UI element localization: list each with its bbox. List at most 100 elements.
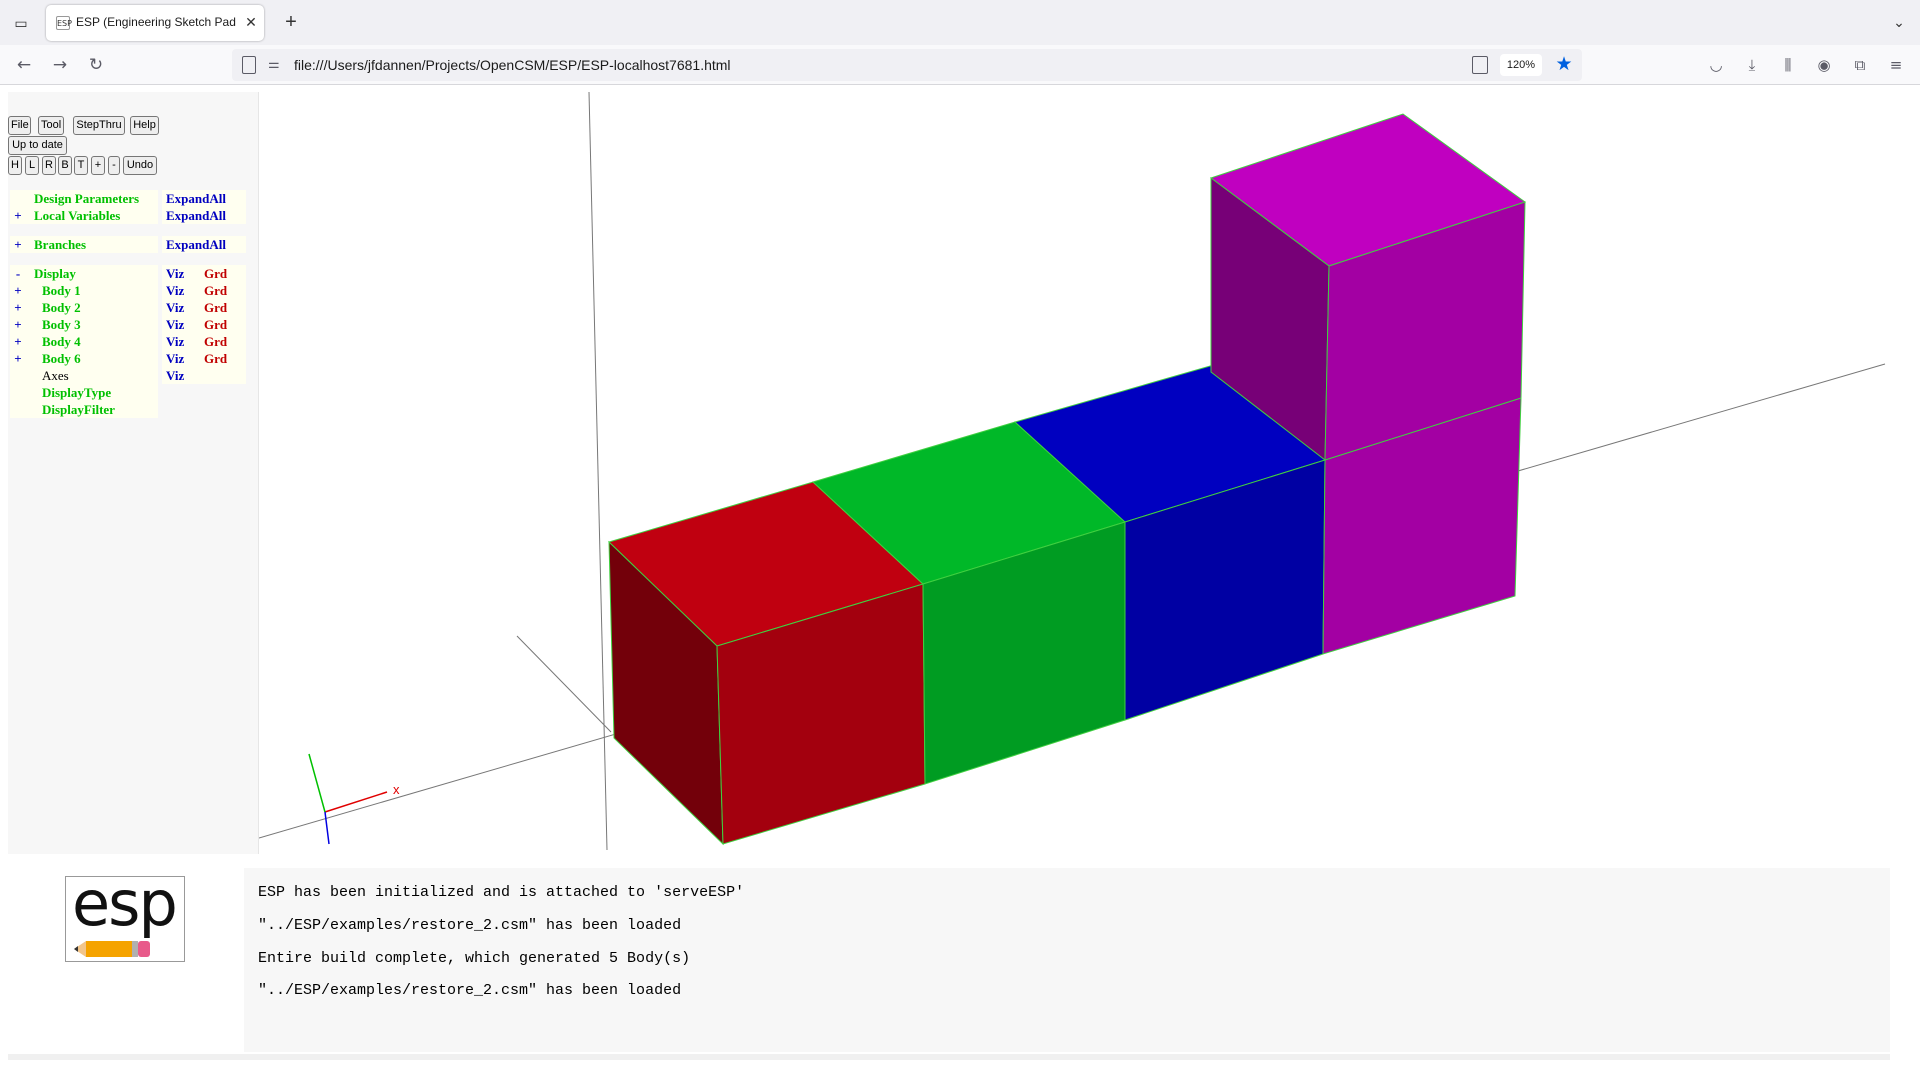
tree-row-body: + Body 3 Viz Grd — [10, 316, 246, 333]
message-line: "../ESP/examples/restore_2.csm" has been… — [258, 982, 682, 999]
tab-title: ESP (Engineering Sketch Pad, V — [76, 15, 236, 29]
display-type-label[interactable]: DisplayType — [42, 385, 111, 401]
expand-toggle[interactable]: + — [12, 208, 24, 224]
viz-toggle[interactable]: Viz — [166, 300, 184, 316]
body-label[interactable]: Body 3 — [42, 317, 81, 333]
expand-toggle[interactable]: + — [12, 334, 24, 350]
esp-favicon-icon: ESP — [56, 16, 72, 30]
grd-toggle[interactable]: Grd — [204, 266, 227, 282]
expand-toggle[interactable]: + — [12, 237, 24, 253]
browser-nav-bar: ← → ↻ ⚌ file:///Users/jfdannen/Projects/… — [0, 45, 1920, 85]
extensions-icon[interactable]: ⧉ — [1848, 53, 1872, 77]
3d-scene[interactable]: x — [259, 92, 1891, 854]
undo-button[interactable]: Undo — [123, 156, 157, 175]
library-icon[interactable]: ⫼ — [1776, 53, 1800, 77]
reload-icon[interactable]: ↻ — [84, 53, 108, 77]
grd-toggle[interactable]: Grd — [204, 300, 227, 316]
tree-row-body: + Body 2 Viz Grd — [10, 299, 246, 316]
grd-toggle[interactable]: Grd — [204, 334, 227, 350]
tree-row-display: - Display Viz Grd — [10, 265, 246, 282]
menu-icon[interactable]: ≡ — [1884, 53, 1908, 77]
tree-row-body: + Body 4 Viz Grd — [10, 333, 246, 350]
forward-arrow-icon[interactable]: → — [48, 53, 72, 77]
expand-toggle[interactable]: + — [12, 317, 24, 333]
triad-y-line — [308, 753, 326, 813]
axes-label: Axes — [42, 368, 69, 383]
body-label[interactable]: Body 2 — [42, 300, 81, 316]
body-label[interactable]: Body 6 — [42, 351, 81, 367]
view-home-button[interactable]: H — [8, 156, 22, 175]
url-text[interactable]: file:///Users/jfdannen/Projects/OpenCSM/… — [294, 57, 731, 73]
expand-all-link[interactable]: ExpandAll — [166, 237, 226, 253]
display-filter-label[interactable]: DisplayFilter — [42, 402, 115, 418]
browser-tab[interactable]: ESP ESP (Engineering Sketch Pad, V ✕ — [46, 5, 264, 41]
back-arrow-icon[interactable]: ← — [12, 53, 36, 77]
message-line: ESP has been initialized and is attached… — [258, 884, 745, 901]
triad-x-line — [324, 791, 388, 813]
bookmark-star-icon[interactable]: ★ — [1552, 52, 1576, 76]
status-strip — [8, 1054, 1890, 1060]
message-line: Entire build complete, which generated 5… — [258, 950, 691, 967]
help-button[interactable]: Help — [130, 116, 159, 135]
tree-row-branches: + Branches ExpandAll — [10, 236, 246, 253]
viz-toggle[interactable]: Viz — [166, 266, 184, 282]
browser-tab-bar: ▭ ESP ESP (Engineering Sketch Pad, V ✕ +… — [0, 0, 1920, 45]
branches-label[interactable]: Branches — [34, 237, 86, 253]
zoom-out-button[interactable]: - — [108, 156, 120, 175]
expand-toggle[interactable]: + — [12, 300, 24, 316]
logo-area: esp — [8, 867, 244, 1052]
tree-row-design-parameters: Design Parameters ExpandAll — [10, 190, 246, 207]
new-tab-icon[interactable]: + — [280, 11, 302, 33]
esp-logo: esp — [65, 867, 185, 962]
expand-all-link[interactable]: ExpandAll — [166, 208, 226, 224]
pencil-icon — [74, 941, 150, 957]
design-parameters-label[interactable]: Design Parameters — [34, 191, 139, 207]
message-line: "../ESP/examples/restore_2.csm" has been… — [258, 917, 682, 934]
tool-button[interactable]: Tool — [38, 116, 64, 135]
viz-toggle[interactable]: Viz — [166, 334, 184, 350]
viz-toggle[interactable]: Viz — [166, 351, 184, 367]
viz-toggle[interactable]: Viz — [166, 283, 184, 299]
grd-toggle[interactable]: Grd — [204, 317, 227, 333]
triad-z-line — [324, 811, 330, 845]
reader-view-icon[interactable] — [1472, 56, 1488, 74]
viz-toggle[interactable]: Viz — [166, 317, 184, 333]
pocket-icon[interactable]: ◡ — [1704, 53, 1728, 77]
message-panel: esp ESP has been initialized and is atta… — [8, 867, 1890, 1052]
display-label[interactable]: Display — [34, 266, 76, 282]
graphics-canvas[interactable]: x — [258, 92, 1890, 854]
account-icon[interactable]: ◉ — [1812, 53, 1836, 77]
url-bar[interactable]: ⚌ file:///Users/jfdannen/Projects/OpenCS… — [232, 49, 1582, 81]
viz-toggle[interactable]: Viz — [166, 368, 184, 384]
download-icon[interactable]: ⤓ — [1740, 53, 1764, 77]
zoom-level-badge[interactable]: 120% — [1500, 54, 1542, 76]
file-button[interactable]: File — [8, 116, 31, 135]
view-right-button[interactable]: R — [42, 156, 56, 175]
y-axis-line — [588, 92, 608, 851]
grd-toggle[interactable]: Grd — [204, 351, 227, 367]
tree-row-display-filter: DisplayFilter — [10, 401, 158, 418]
view-bottom-button[interactable]: B — [58, 156, 72, 175]
view-top-button[interactable]: T — [74, 156, 88, 175]
chevron-down-icon[interactable]: ⌄ — [1888, 11, 1910, 33]
body-label[interactable]: Body 1 — [42, 283, 81, 299]
tab-list-icon[interactable]: ▭ — [10, 12, 32, 34]
view-left-button[interactable]: L — [25, 156, 39, 175]
tree-row-body: + Body 6 Viz Grd — [10, 350, 246, 367]
expand-toggle[interactable]: + — [12, 283, 24, 299]
zoom-in-button[interactable]: + — [91, 156, 105, 175]
permissions-icon[interactable]: ⚌ — [268, 57, 280, 72]
expand-toggle[interactable]: + — [12, 351, 24, 367]
expand-all-link[interactable]: ExpandAll — [166, 191, 226, 207]
body-label[interactable]: Body 4 — [42, 334, 81, 350]
collapse-toggle[interactable]: - — [12, 266, 24, 282]
tree-panel: File Tool StepThru Help Up to date H L R… — [8, 92, 258, 854]
z-axis-line — [516, 635, 612, 733]
tree-row-local-variables: + Local Variables ExpandAll — [10, 207, 246, 224]
close-tab-icon[interactable]: ✕ — [242, 13, 260, 31]
tree-row-display-type: DisplayType — [10, 384, 158, 401]
stepthru-button[interactable]: StepThru — [73, 116, 125, 135]
local-variables-label[interactable]: Local Variables — [34, 208, 120, 224]
grd-toggle[interactable]: Grd — [204, 283, 227, 299]
up-to-date-button[interactable]: Up to date — [8, 136, 67, 155]
